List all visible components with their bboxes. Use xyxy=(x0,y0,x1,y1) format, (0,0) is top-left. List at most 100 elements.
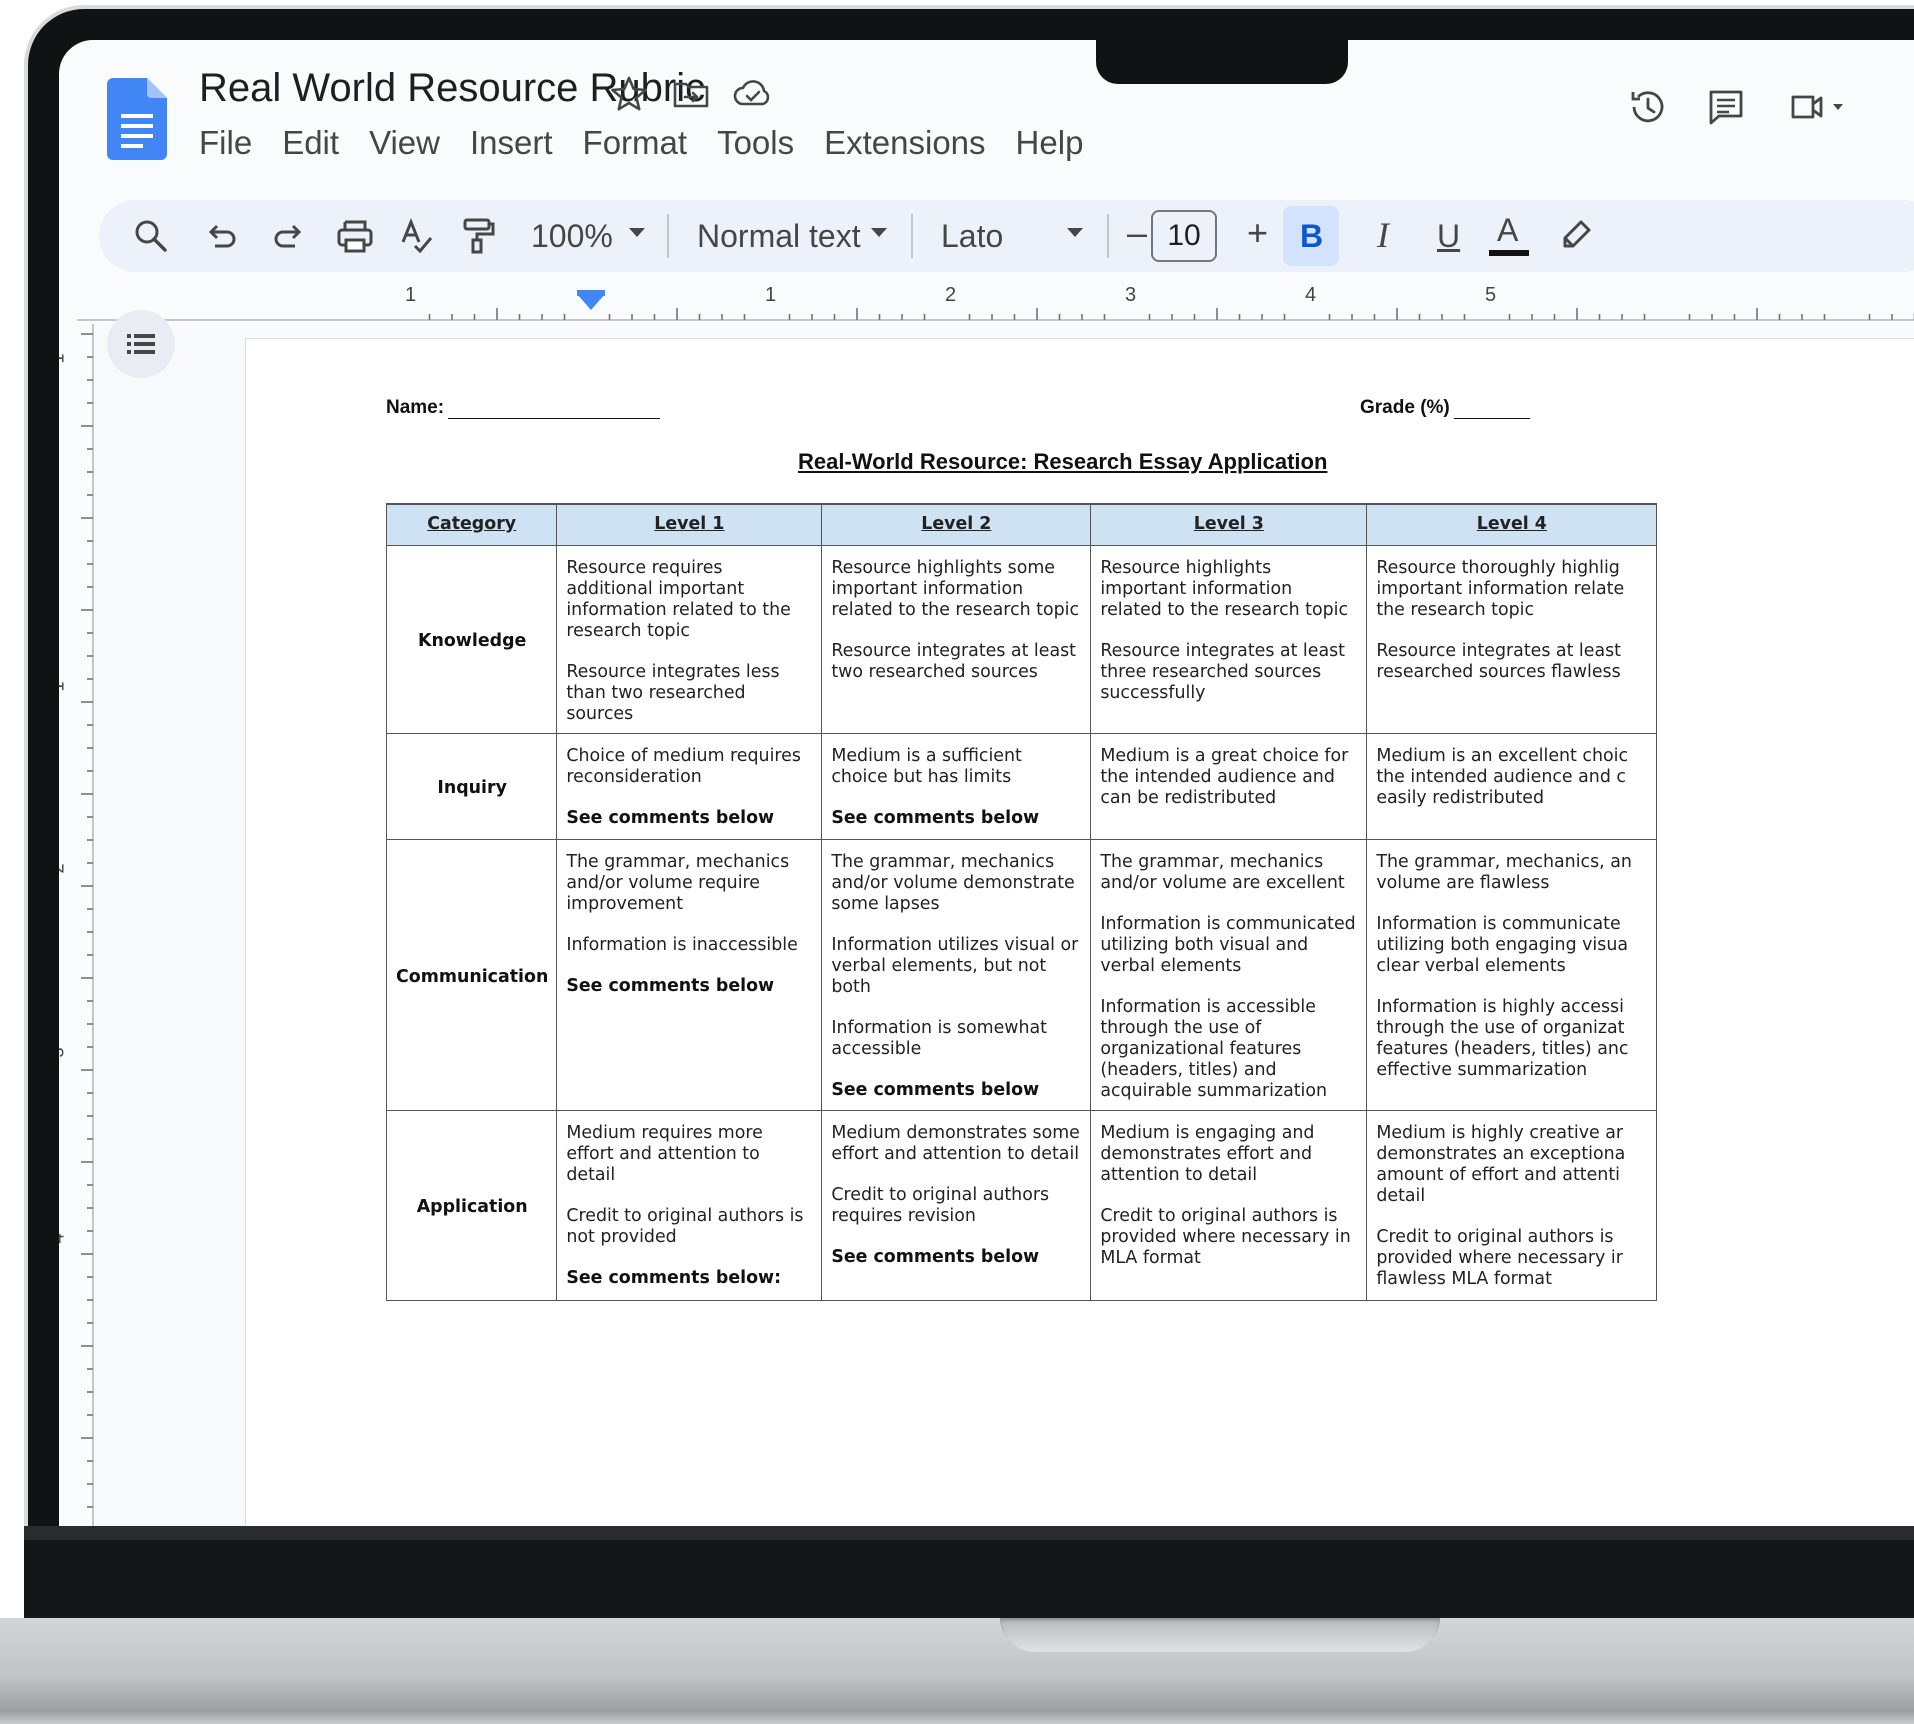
text-color-button[interactable]: A xyxy=(1497,212,1518,249)
italic-button[interactable]: I xyxy=(1377,214,1389,256)
rubric-table: Category Level 1 Level 2 Level 3 Level 4… xyxy=(385,503,1658,1301)
header-category: Category xyxy=(385,503,558,546)
menu-help[interactable]: Help xyxy=(1016,124,1084,162)
undo-icon[interactable] xyxy=(199,214,243,258)
criterion-text: Credit to original authors is provided w… xyxy=(1100,1206,1351,1268)
laptop-lid-opening xyxy=(1000,1618,1440,1652)
see-comments-note: See comments below: xyxy=(566,1268,782,1288)
font-size-input[interactable]: 10 xyxy=(1151,210,1217,262)
ruler-number: 1 xyxy=(59,353,69,363)
see-comments-note: See comments below xyxy=(831,1080,1040,1100)
highlight-pen-icon[interactable] xyxy=(1553,214,1597,258)
grade-field: Grade (%) xyxy=(1360,397,1530,419)
ruler-number: 1 xyxy=(765,284,777,306)
spellcheck-icon[interactable] xyxy=(395,214,439,258)
toolbar-divider xyxy=(911,214,913,258)
rubric-cell: The grammar, mechanics and/or volume dem… xyxy=(821,839,1092,1111)
menu-format[interactable]: Format xyxy=(583,124,688,162)
criterion-text: Information is communicated utilizing bo… xyxy=(1100,914,1356,976)
font-caret-icon[interactable] xyxy=(1067,228,1083,237)
ruler-number: 3 xyxy=(59,1047,69,1057)
outline-list-icon xyxy=(127,334,155,354)
rubric-cell: The grammar, mechanics and/or volume req… xyxy=(556,839,823,1111)
criterion-text: Resource integrates at least researched … xyxy=(1376,641,1622,682)
style-caret-icon[interactable] xyxy=(871,228,887,237)
screen: Real World Resource Rubric File Edit Vie… xyxy=(59,40,1914,1526)
toolbar-divider xyxy=(1107,214,1109,258)
table-row: Communication The grammar, mechanics and/… xyxy=(385,839,1658,1111)
criterion-text: Resource highlights important informatio… xyxy=(1100,558,1349,620)
criterion-text: Medium is an excellent choic the intende… xyxy=(1376,746,1629,808)
rubric-cell: The grammar, mechanics and/or volume are… xyxy=(1090,839,1368,1111)
horizontal-ruler[interactable] xyxy=(77,280,1914,324)
increase-font-size-button[interactable]: + xyxy=(1247,212,1268,254)
menu-file[interactable]: File xyxy=(199,124,252,162)
rubric-cell: Medium is an excellent choic the intende… xyxy=(1366,733,1658,840)
header-level-4: Level 4 xyxy=(1366,503,1658,546)
document-page[interactable]: Name: Grade (%) Real-World Resource: Res… xyxy=(245,338,1914,1526)
rubric-cell: Medium is engaging and demonstrates effo… xyxy=(1090,1110,1368,1301)
zoom-select[interactable]: 100% xyxy=(531,218,613,255)
paint-format-icon[interactable] xyxy=(455,214,499,258)
bold-button[interactable]: B xyxy=(1300,218,1323,255)
menu-extensions[interactable]: Extensions xyxy=(824,124,985,162)
font-select[interactable]: Lato xyxy=(941,218,1003,255)
laptop-bottom-bezel xyxy=(24,1526,1914,1620)
criterion-text: Medium requires more effort and attentio… xyxy=(566,1123,763,1185)
see-comments-note: See comments below xyxy=(566,976,775,996)
meet-video-icon[interactable] xyxy=(1785,84,1855,130)
criterion-text: Resource highlights some important infor… xyxy=(831,558,1080,620)
criterion-text: Medium is engaging and demonstrates effo… xyxy=(1100,1123,1315,1185)
ruler-number: 1 xyxy=(59,681,69,691)
criterion-text: Resource integrates at least three resea… xyxy=(1100,641,1346,703)
rubric-cell: Resource thoroughly highlig important in… xyxy=(1366,545,1658,734)
ruler-number: 3 xyxy=(1125,284,1137,306)
docs-logo-icon[interactable] xyxy=(107,78,167,160)
see-comments-note: See comments below xyxy=(831,808,1040,828)
search-menus-icon[interactable] xyxy=(129,214,173,258)
rubric-cell: Medium is a great choice for the intende… xyxy=(1090,733,1368,840)
criterion-text: The grammar, mechanics and/or volume dem… xyxy=(831,852,1075,914)
rubric-cell: The grammar, mechanics, an volume are fl… xyxy=(1366,839,1658,1111)
rubric-cell: Resource requires additional important i… xyxy=(556,545,823,734)
laptop-base xyxy=(0,1618,1914,1724)
comments-icon[interactable] xyxy=(1703,84,1749,130)
ruler-number: 2 xyxy=(945,284,957,306)
underline-button[interactable]: U xyxy=(1437,218,1460,255)
see-comments-note: See comments below xyxy=(831,1247,1040,1267)
criterion-text: Medium demonstrates some effort and atte… xyxy=(831,1123,1080,1164)
version-history-icon[interactable] xyxy=(1625,84,1671,130)
move-folder-icon[interactable] xyxy=(669,72,713,116)
redo-icon[interactable] xyxy=(267,214,311,258)
rubric-cell: Medium demonstrates some effort and atte… xyxy=(821,1110,1092,1301)
menu-insert[interactable]: Insert xyxy=(470,124,553,162)
rubric-cell: Choice of medium requires reconsideratio… xyxy=(556,733,823,840)
document-outline-button[interactable] xyxy=(107,310,175,378)
menu-edit[interactable]: Edit xyxy=(282,124,339,162)
toolbar-divider xyxy=(667,214,669,258)
category-cell: Communication xyxy=(385,839,558,1111)
criterion-text: Information is inaccessible xyxy=(566,935,798,955)
criterion-text: Resource thoroughly highlig important in… xyxy=(1376,558,1625,620)
star-icon[interactable] xyxy=(607,72,651,116)
menu-tools[interactable]: Tools xyxy=(717,124,794,162)
rubric-cell: Medium requires more effort and attentio… xyxy=(556,1110,823,1301)
cloud-saved-icon[interactable] xyxy=(731,72,775,116)
criterion-text: The grammar, mechanics and/or volume are… xyxy=(1100,852,1345,893)
criterion-text: The grammar, mechanics and/or volume req… xyxy=(566,852,790,914)
header-level-1: Level 1 xyxy=(556,503,823,546)
category-cell: Knowledge xyxy=(385,545,558,734)
menu-view[interactable]: View xyxy=(369,124,440,162)
style-select[interactable]: Normal text xyxy=(697,218,861,255)
decrease-font-size-button[interactable]: – xyxy=(1127,212,1147,254)
print-icon[interactable] xyxy=(333,214,377,258)
criterion-text: Resource integrates less than two resear… xyxy=(566,662,780,724)
menu-bar: File Edit View Insert Format Tools Exten… xyxy=(199,124,1113,162)
table-row: Inquiry Choice of medium requires reconsi… xyxy=(385,733,1658,840)
rubric-cell: Medium is highly creative ar demonstrate… xyxy=(1366,1110,1658,1301)
category-cell: Application xyxy=(385,1110,558,1301)
rubric-cell: Medium is a sufficient choice but has li… xyxy=(821,733,1092,840)
vertical-ruler[interactable] xyxy=(59,324,95,1526)
zoom-caret-icon[interactable] xyxy=(629,228,645,237)
rubric-cell: Resource highlights important informatio… xyxy=(1090,545,1368,734)
